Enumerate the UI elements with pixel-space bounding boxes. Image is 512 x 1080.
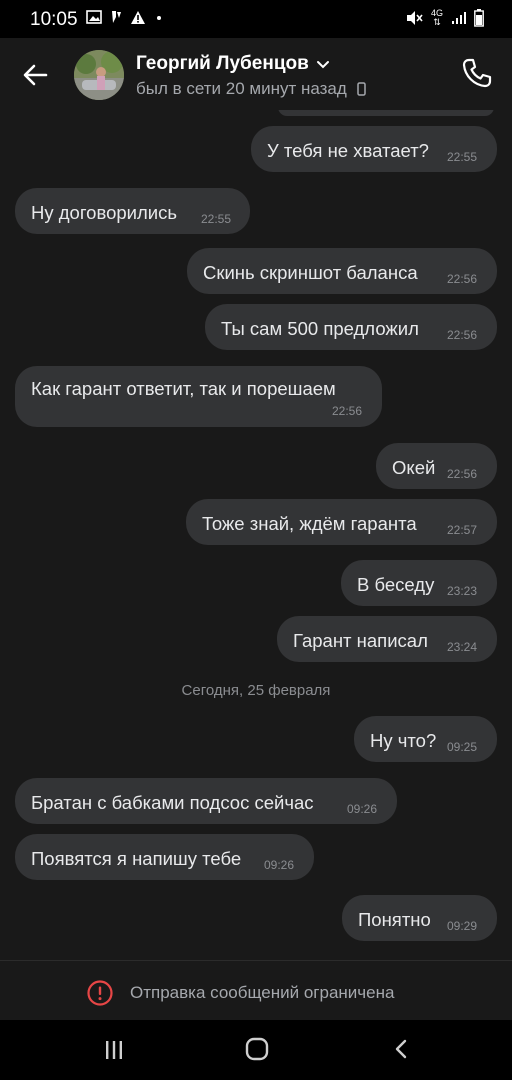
- contact-status: был в сети 20 минут назад: [136, 79, 366, 99]
- message-time: 09:29: [447, 919, 478, 933]
- alert-icon: [131, 10, 145, 24]
- network-4g-icon: 4G ⇅: [430, 8, 443, 27]
- message-bubble-outgoing[interactable]: Ну что? 09:25: [354, 716, 497, 762]
- message-text: Гарант написал: [293, 630, 428, 651]
- chevron-down-icon: [316, 61, 329, 69]
- message-time: 09:25: [447, 740, 478, 754]
- message-text: Ты сам 500 предложил: [221, 318, 419, 339]
- message-time: 23:24: [447, 640, 478, 654]
- message-time: 22:55: [201, 212, 232, 226]
- message-text: В беседу: [357, 574, 435, 595]
- pin-icon: [112, 11, 121, 23]
- signal-icon: [452, 12, 466, 24]
- message-bubble-outgoing[interactable]: Тоже знай, ждём гаранта 22:57: [186, 499, 497, 545]
- message-text: Тоже знай, ждём гаранта: [202, 513, 417, 534]
- message-text: Окей: [392, 457, 436, 478]
- system-nav-bar: [0, 1020, 512, 1080]
- message-bubble-incoming[interactable]: Братан с бабками подсос сейчас 09:26: [15, 778, 397, 824]
- message-bubble-outgoing[interactable]: В беседу 23:23: [341, 560, 497, 606]
- message-time: 09:26: [264, 858, 295, 872]
- message-bubble-incoming[interactable]: Появятся я напишу тебе 09:26: [15, 834, 314, 880]
- contact-status-text: был в сети 20 минут назад: [136, 79, 347, 98]
- message-bubble-outgoing[interactable]: У тебя не хватает? 22:55: [251, 126, 497, 172]
- message-bubble-incoming[interactable]: Как гарант ответит, так и порешаем 22:56: [15, 366, 382, 427]
- message-time: 22:57: [447, 523, 478, 537]
- message-time: 23:23: [447, 584, 478, 598]
- chat-header: Георгий Лубенцов был в сети 20 минут наз…: [0, 38, 512, 110]
- avatar[interactable]: [74, 50, 124, 100]
- message-bubble-outgoing[interactable]: Ты сам 500 предложил 22:56: [205, 304, 497, 350]
- message-bubble-incoming[interactable]: Ну договорились 22:55: [15, 188, 250, 234]
- message-time: 22:56: [447, 328, 478, 342]
- call-icon[interactable]: [460, 56, 494, 90]
- message-time: 09:26: [347, 802, 378, 816]
- battery-icon: [474, 9, 484, 27]
- restriction-text: Отправка сообщений ограничена: [130, 983, 395, 1002]
- message-text: Скинь скриншот баланса: [203, 262, 418, 283]
- warning-circle-icon: [87, 980, 113, 1006]
- message-bubble-outgoing[interactable]: Скинь скриншот баланса 22:56: [187, 248, 497, 294]
- message-time: 22:56: [447, 272, 478, 286]
- composer-area: Отправка сообщений ограничена: [0, 960, 512, 1021]
- message-text: Ну что?: [370, 730, 437, 751]
- image-icon: [86, 10, 102, 24]
- message-time: 22:56: [332, 404, 363, 418]
- back-arrow-icon[interactable]: [18, 58, 52, 92]
- message-text: Появятся я напишу тебе: [31, 848, 242, 869]
- date-separator: Сегодня, 25 февраля: [181, 682, 331, 699]
- mute-icon: [407, 11, 423, 25]
- message-text: Понятно: [358, 909, 431, 930]
- home-icon[interactable]: [244, 1036, 270, 1062]
- message-text: Как гарант ответит, так и порешаем: [31, 378, 336, 399]
- contact-name[interactable]: Георгий Лубенцов: [136, 53, 331, 75]
- network-label: 4G: [430, 8, 443, 18]
- message-bubble-partial: [278, 110, 494, 116]
- back-icon[interactable]: [390, 1037, 414, 1061]
- message-time: 22:56: [447, 467, 478, 481]
- message-text: У тебя не хватает?: [267, 140, 429, 161]
- message-bubble-outgoing[interactable]: Окей 22:56: [376, 443, 497, 489]
- avatar-image: [74, 50, 124, 100]
- message-text: Ну договорились: [31, 202, 178, 223]
- message-bubble-outgoing[interactable]: Гарант написал 23:24: [277, 616, 497, 662]
- message-time: 22:55: [447, 150, 478, 164]
- phone-device-icon: [357, 82, 366, 96]
- status-bar: 10:05 4G ⇅: [0, 0, 512, 38]
- message-list[interactable]: У тебя не хватает? 22:55 Ну договорились…: [0, 110, 512, 960]
- message-text: Братан с бабками подсос сейчас: [31, 792, 314, 813]
- status-time: 10:05: [30, 9, 78, 30]
- restriction-notice: Отправка сообщений ограничена: [86, 979, 394, 1007]
- message-bubble-outgoing[interactable]: Понятно 09:29: [342, 895, 497, 941]
- contact-name-text: Георгий Лубенцов: [136, 53, 309, 74]
- dot-icon: [157, 16, 161, 20]
- recent-apps-icon[interactable]: [102, 1038, 126, 1062]
